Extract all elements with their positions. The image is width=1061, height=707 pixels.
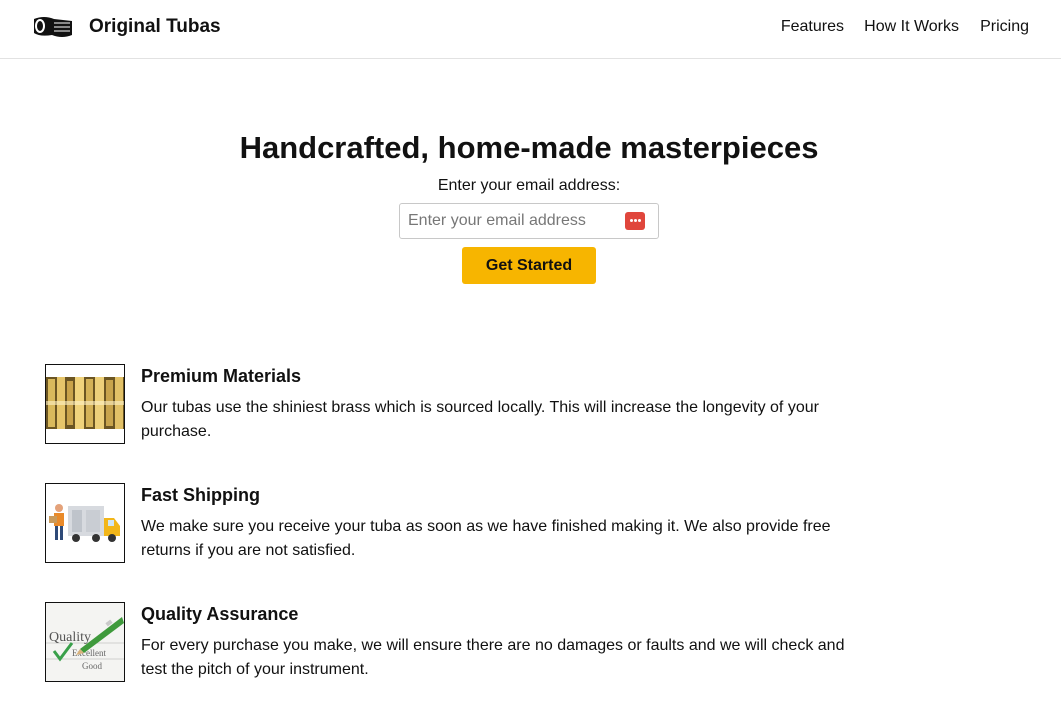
email-field-container[interactable]	[399, 203, 659, 239]
hero-title: Handcrafted, home-made masterpieces	[239, 130, 819, 165]
feature-item-quality-assurance: Quality Excellent Good Quality Assurance…	[45, 602, 845, 682]
feature-title: Quality Assurance	[141, 604, 299, 624]
feature-description: We make sure you receive your tuba as so…	[141, 518, 831, 559]
brand-name[interactable]: Original Tubas	[89, 16, 221, 38]
brass-tubes-image	[45, 364, 125, 444]
nav-pricing-link[interactable]: Pricing	[980, 18, 1029, 36]
svg-text:Quality: Quality	[49, 630, 91, 645]
nav-how-it-works-link[interactable]: How It Works	[864, 18, 959, 36]
password-manager-icon[interactable]	[625, 212, 645, 230]
email-input[interactable]	[400, 204, 620, 238]
svg-text:Excellent: Excellent	[72, 648, 106, 658]
feature-title: Premium Materials	[141, 366, 302, 386]
tuba-icon[interactable]	[32, 13, 74, 41]
delivery-truck-image	[45, 483, 125, 563]
feature-description: For every purchase you make, we will ens…	[141, 637, 845, 678]
svg-text:Good: Good	[82, 661, 102, 671]
feature-description: Our tubas use the shiniest brass which i…	[141, 399, 819, 440]
email-label: Enter your email address:	[437, 177, 621, 194]
get-started-button[interactable]: Get Started	[462, 247, 596, 284]
feature-item-fast-shipping: Fast Shipping We make sure you receive y…	[45, 483, 845, 563]
quality-checkmark-image: Quality Excellent Good	[45, 602, 125, 682]
site-header: Original Tubas Features How It Works Pri…	[0, 0, 1061, 59]
feature-title: Fast Shipping	[141, 485, 260, 505]
nav-features-link[interactable]: Features	[781, 18, 844, 36]
feature-item-premium-materials: Premium Materials Our tubas use the shin…	[45, 364, 845, 444]
